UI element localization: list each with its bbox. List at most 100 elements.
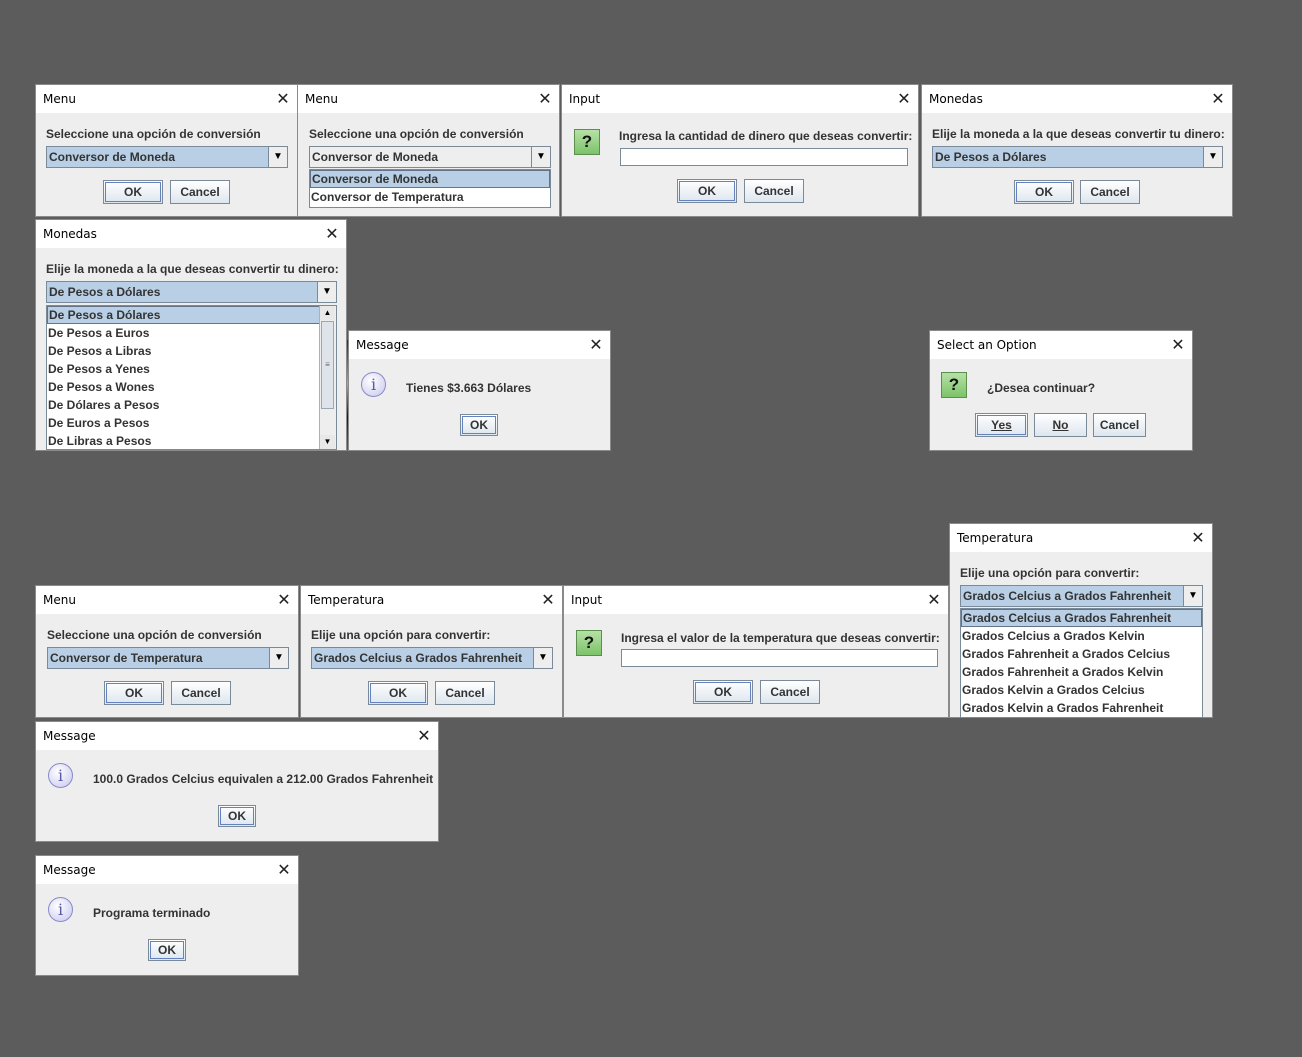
dialog-title: Message — [43, 729, 96, 743]
title-bar: Temperatura ✕ — [301, 586, 562, 614]
chevron-down-icon[interactable]: ▼ — [268, 147, 287, 167]
conversion-combo[interactable]: Conversor de Moneda ▼ — [46, 146, 288, 168]
title-bar: Menu ✕ — [36, 586, 298, 614]
list-item[interactable]: De Dólares a Pesos — [47, 396, 320, 414]
temperature-combo[interactable]: Grados Celcius a Grados Fahrenheit ▼ — [311, 647, 553, 669]
dialog-title: Select an Option — [937, 338, 1037, 352]
menu-dialog: Menu ✕ Seleccione una opción de conversi… — [35, 84, 298, 217]
list-item[interactable]: De Pesos a Euros — [47, 324, 320, 342]
question-text: ¿Desea continuar? — [987, 381, 1096, 395]
prompt-label: Elije la moneda a la que deseas converti… — [932, 127, 1225, 141]
list-item[interactable]: De Pesos a Libras — [47, 342, 320, 360]
chevron-down-icon[interactable]: ▼ — [1183, 586, 1202, 606]
no-button[interactable]: No — [1034, 413, 1087, 437]
cancel-button[interactable]: Cancel — [1093, 413, 1146, 437]
cancel-button[interactable]: Cancel — [760, 680, 820, 704]
title-bar: Message ✕ — [36, 856, 298, 884]
title-bar: Input ✕ — [564, 586, 948, 614]
prompt-label: Elije una opción para convertir: — [311, 628, 491, 642]
title-bar: Monedas ✕ — [922, 85, 1232, 113]
combo-value: Conversor de Moneda — [312, 150, 439, 164]
ok-button[interactable]: OK — [693, 680, 753, 704]
list-item[interactable]: Grados Fahrenheit a Grados Celcius — [961, 645, 1202, 663]
close-icon[interactable]: ✕ — [414, 726, 434, 746]
info-icon: i — [48, 897, 73, 922]
cancel-button[interactable]: Cancel — [744, 179, 804, 203]
list-item[interactable]: Grados Kelvin a Grados Fahrenheit — [961, 699, 1202, 717]
title-bar: Select an Option ✕ — [930, 331, 1192, 359]
close-icon[interactable]: ✕ — [535, 89, 555, 109]
input-dialog: Input ✕ ? Ingresa la cantidad de dinero … — [561, 84, 919, 217]
list-item[interactable]: Grados Celcius a Grados Kelvin — [961, 627, 1202, 645]
close-icon[interactable]: ✕ — [586, 335, 606, 355]
dialog-title: Menu — [43, 593, 76, 607]
dialog-title: Temperatura — [957, 531, 1034, 545]
chevron-down-icon[interactable]: ▼ — [269, 648, 288, 668]
chevron-down-icon[interactable]: ▼ — [533, 648, 552, 668]
combo-value: Conversor de Moneda — [49, 150, 176, 164]
combo-value: Grados Celcius a Grados Fahrenheit — [314, 651, 523, 665]
list-item[interactable]: De Pesos a Dólares — [47, 306, 320, 324]
temperature-combo[interactable]: Grados Celcius a Grados Fahrenheit ▼ — [960, 585, 1203, 607]
chevron-down-icon[interactable]: ▼ — [1203, 147, 1222, 167]
currency-combo[interactable]: De Pesos a Dólares ▼ — [46, 281, 337, 303]
yes-button[interactable]: Yes — [975, 413, 1028, 437]
scrollbar[interactable]: ▲ ≡ ▼ — [319, 306, 336, 449]
list-item[interactable]: Grados Celcius a Grados Fahrenheit — [961, 609, 1202, 627]
message-dialog: Message ✕ i Programa terminado OK — [35, 855, 299, 976]
currency-combo[interactable]: De Pesos a Dólares ▼ — [932, 146, 1223, 168]
question-icon: ? — [574, 129, 600, 155]
ok-button[interactable]: OK — [1014, 180, 1074, 204]
message-text: Programa terminado — [93, 906, 211, 920]
list-item[interactable]: De Euros a Pesos — [47, 414, 320, 432]
cancel-button[interactable]: Cancel — [1080, 180, 1140, 204]
scroll-down-icon[interactable]: ▼ — [320, 435, 335, 449]
close-icon[interactable]: ✕ — [894, 89, 914, 109]
temperature-input[interactable] — [621, 649, 938, 667]
list-item[interactable]: Grados Kelvin a Grados Celcius — [961, 681, 1202, 699]
ok-button[interactable]: OK — [148, 939, 186, 961]
list-item[interactable]: Conversor de Temperatura — [310, 188, 550, 206]
ok-button[interactable]: OK — [218, 805, 256, 827]
cancel-button[interactable]: Cancel — [170, 180, 230, 204]
prompt-label: Elije una opción para convertir: — [960, 566, 1140, 580]
ok-button[interactable]: OK — [460, 414, 498, 436]
dialog-title: Monedas — [929, 92, 983, 106]
cancel-button[interactable]: Cancel — [435, 681, 495, 705]
question-icon: ? — [576, 630, 602, 656]
conversion-combo[interactable]: Conversor de Moneda ▼ — [309, 146, 551, 168]
list-item[interactable]: De Libras a Pesos — [47, 432, 320, 449]
close-icon[interactable]: ✕ — [1188, 528, 1208, 548]
close-icon[interactable]: ✕ — [274, 590, 294, 610]
confirm-dialog: Select an Option ✕ ? ¿Desea continuar? Y… — [929, 330, 1193, 451]
close-icon[interactable]: ✕ — [1168, 335, 1188, 355]
close-icon[interactable]: ✕ — [538, 590, 558, 610]
cancel-button[interactable]: Cancel — [171, 681, 231, 705]
ok-button[interactable]: OK — [104, 681, 164, 705]
close-icon[interactable]: ✕ — [274, 860, 294, 880]
scroll-thumb[interactable]: ≡ — [321, 321, 334, 409]
close-icon[interactable]: ✕ — [924, 590, 944, 610]
close-icon[interactable]: ✕ — [322, 224, 342, 244]
dialog-title: Monedas — [43, 227, 97, 241]
combo-value: Conversor de Temperatura — [50, 651, 203, 665]
list-item[interactable]: De Pesos a Wones — [47, 378, 320, 396]
chevron-down-icon[interactable]: ▼ — [317, 282, 336, 302]
conversion-combo[interactable]: Conversor de Temperatura ▼ — [47, 647, 289, 669]
ok-button[interactable]: OK — [677, 179, 737, 203]
question-icon: ? — [941, 372, 967, 398]
ok-button[interactable]: OK — [368, 681, 428, 705]
prompt-label: Seleccione una opción de conversión — [47, 628, 262, 642]
list-item[interactable]: Grados Fahrenheit a Grados Kelvin — [961, 663, 1202, 681]
title-bar: Temperatura ✕ — [950, 524, 1212, 552]
scroll-up-icon[interactable]: ▲ — [320, 306, 335, 320]
amount-input[interactable] — [620, 148, 908, 166]
close-icon[interactable]: ✕ — [1208, 89, 1228, 109]
list-item[interactable]: De Pesos a Yenes — [47, 360, 320, 378]
title-bar: Menu ✕ — [298, 85, 559, 113]
chevron-down-icon[interactable]: ▼ — [531, 147, 550, 167]
list-item[interactable]: Conversor de Moneda — [310, 170, 550, 188]
ok-button[interactable]: OK — [103, 180, 163, 204]
close-icon[interactable]: ✕ — [273, 89, 293, 109]
dialog-title: Menu — [305, 92, 338, 106]
